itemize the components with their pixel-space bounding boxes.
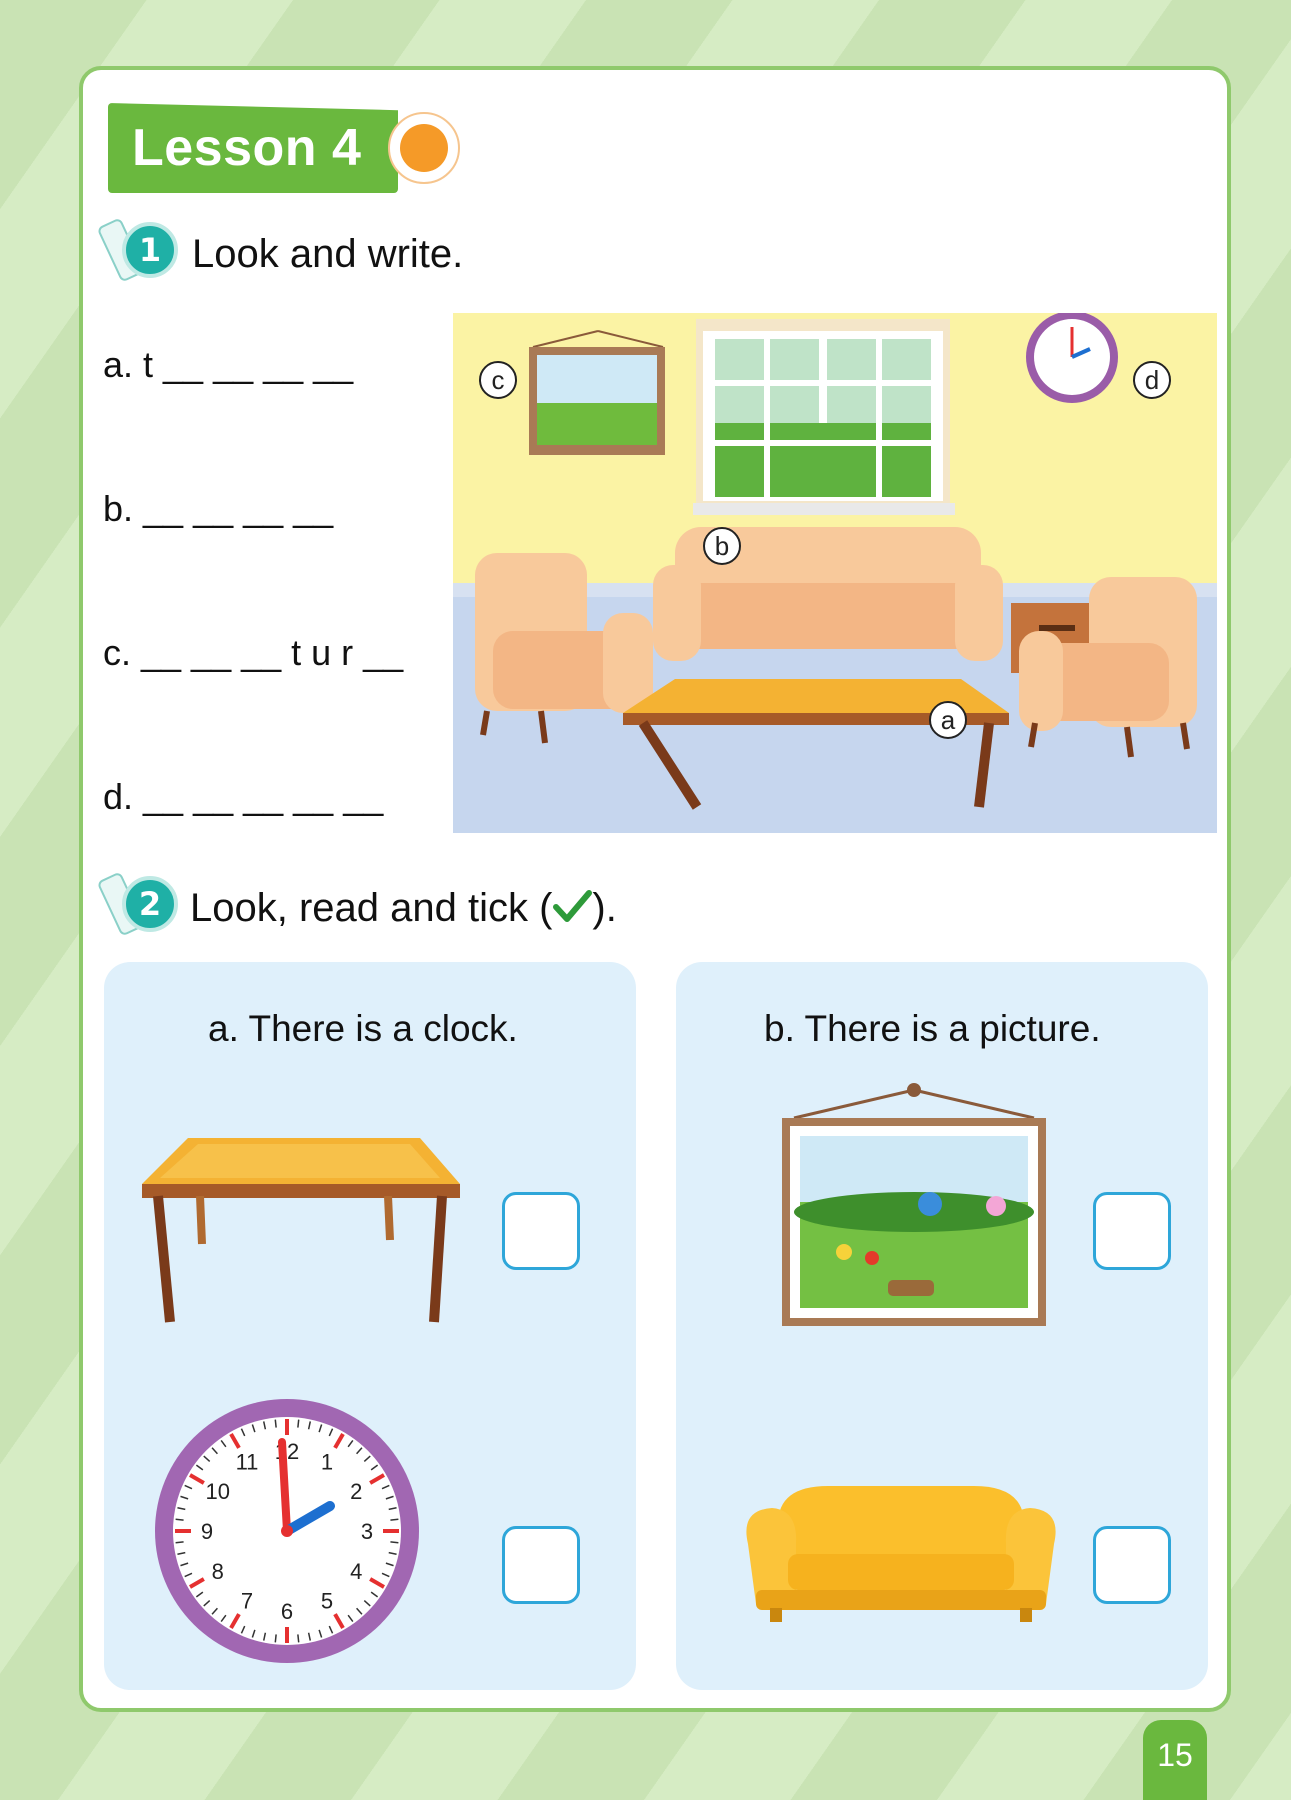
clock-number: 1	[321, 1450, 333, 1475]
clock-number: 6	[281, 1599, 293, 1624]
clock-tick	[175, 1518, 184, 1521]
exercise-2-title-end: ).	[592, 886, 617, 930]
clock-tick	[274, 1634, 277, 1643]
yellow-sofa-image	[746, 1486, 1056, 1622]
clock-number: 7	[241, 1588, 253, 1613]
exercise-1-title: Look and write.	[192, 232, 464, 276]
lesson-title: Lesson 4	[132, 119, 362, 177]
tickbox-b-picture[interactable]	[1093, 1192, 1171, 1270]
tickbox-b-sofa[interactable]	[1093, 1526, 1171, 1604]
lesson-marker-dot	[400, 124, 448, 172]
tickbox-a-table[interactable]	[502, 1192, 580, 1270]
panel-a-title: a. There is a clock.	[208, 1008, 518, 1049]
clock-tick	[390, 1541, 399, 1544]
scene-label-c: c	[479, 361, 517, 399]
clock-tick	[175, 1541, 184, 1544]
exercise-1-number: 1	[122, 222, 178, 278]
clock-number: 2	[350, 1479, 362, 1504]
scene-label-b: b	[703, 527, 741, 565]
clock-tick	[274, 1419, 277, 1428]
exercise-2-title-text: Look, read and tick (	[190, 886, 553, 930]
clock-minute-hand	[278, 1438, 291, 1535]
clock-number: 9	[201, 1519, 213, 1544]
tickbox-a-clock[interactable]	[502, 1526, 580, 1604]
clock-number: 10	[205, 1479, 229, 1504]
scene-label-d: d	[1133, 361, 1171, 399]
clock-number: 4	[350, 1559, 362, 1584]
clock-tick	[390, 1518, 399, 1521]
clock-number: 3	[361, 1519, 373, 1544]
clock-tick	[297, 1419, 300, 1428]
table-image	[142, 1138, 460, 1323]
scene-label-a: a	[929, 701, 967, 739]
clock-number: 5	[321, 1588, 333, 1613]
answer-line-b[interactable]: b. __ __ __ __	[103, 488, 333, 530]
framed-picture-image	[782, 1083, 1046, 1326]
exercise-2-number: 2	[122, 876, 178, 932]
panel-b-title: b. There is a picture.	[764, 1008, 1101, 1049]
answer-line-d[interactable]: d. __ __ __ __ __	[103, 776, 383, 818]
living-room-scene: c d b a	[453, 313, 1217, 833]
page-number: 15	[1143, 1720, 1207, 1800]
answer-line-a[interactable]: a. t __ __ __ __	[103, 344, 353, 386]
clock-number: 8	[212, 1559, 224, 1584]
exercise-2-title: Look, read and tick ().	[190, 886, 617, 931]
clock-image: 12 1234567891011	[155, 1399, 419, 1663]
clock-tick	[297, 1634, 300, 1643]
answer-line-c[interactable]: c. __ __ __ t u r __	[103, 632, 403, 674]
clock-number: 11	[236, 1450, 259, 1475]
tick-icon	[553, 890, 593, 922]
